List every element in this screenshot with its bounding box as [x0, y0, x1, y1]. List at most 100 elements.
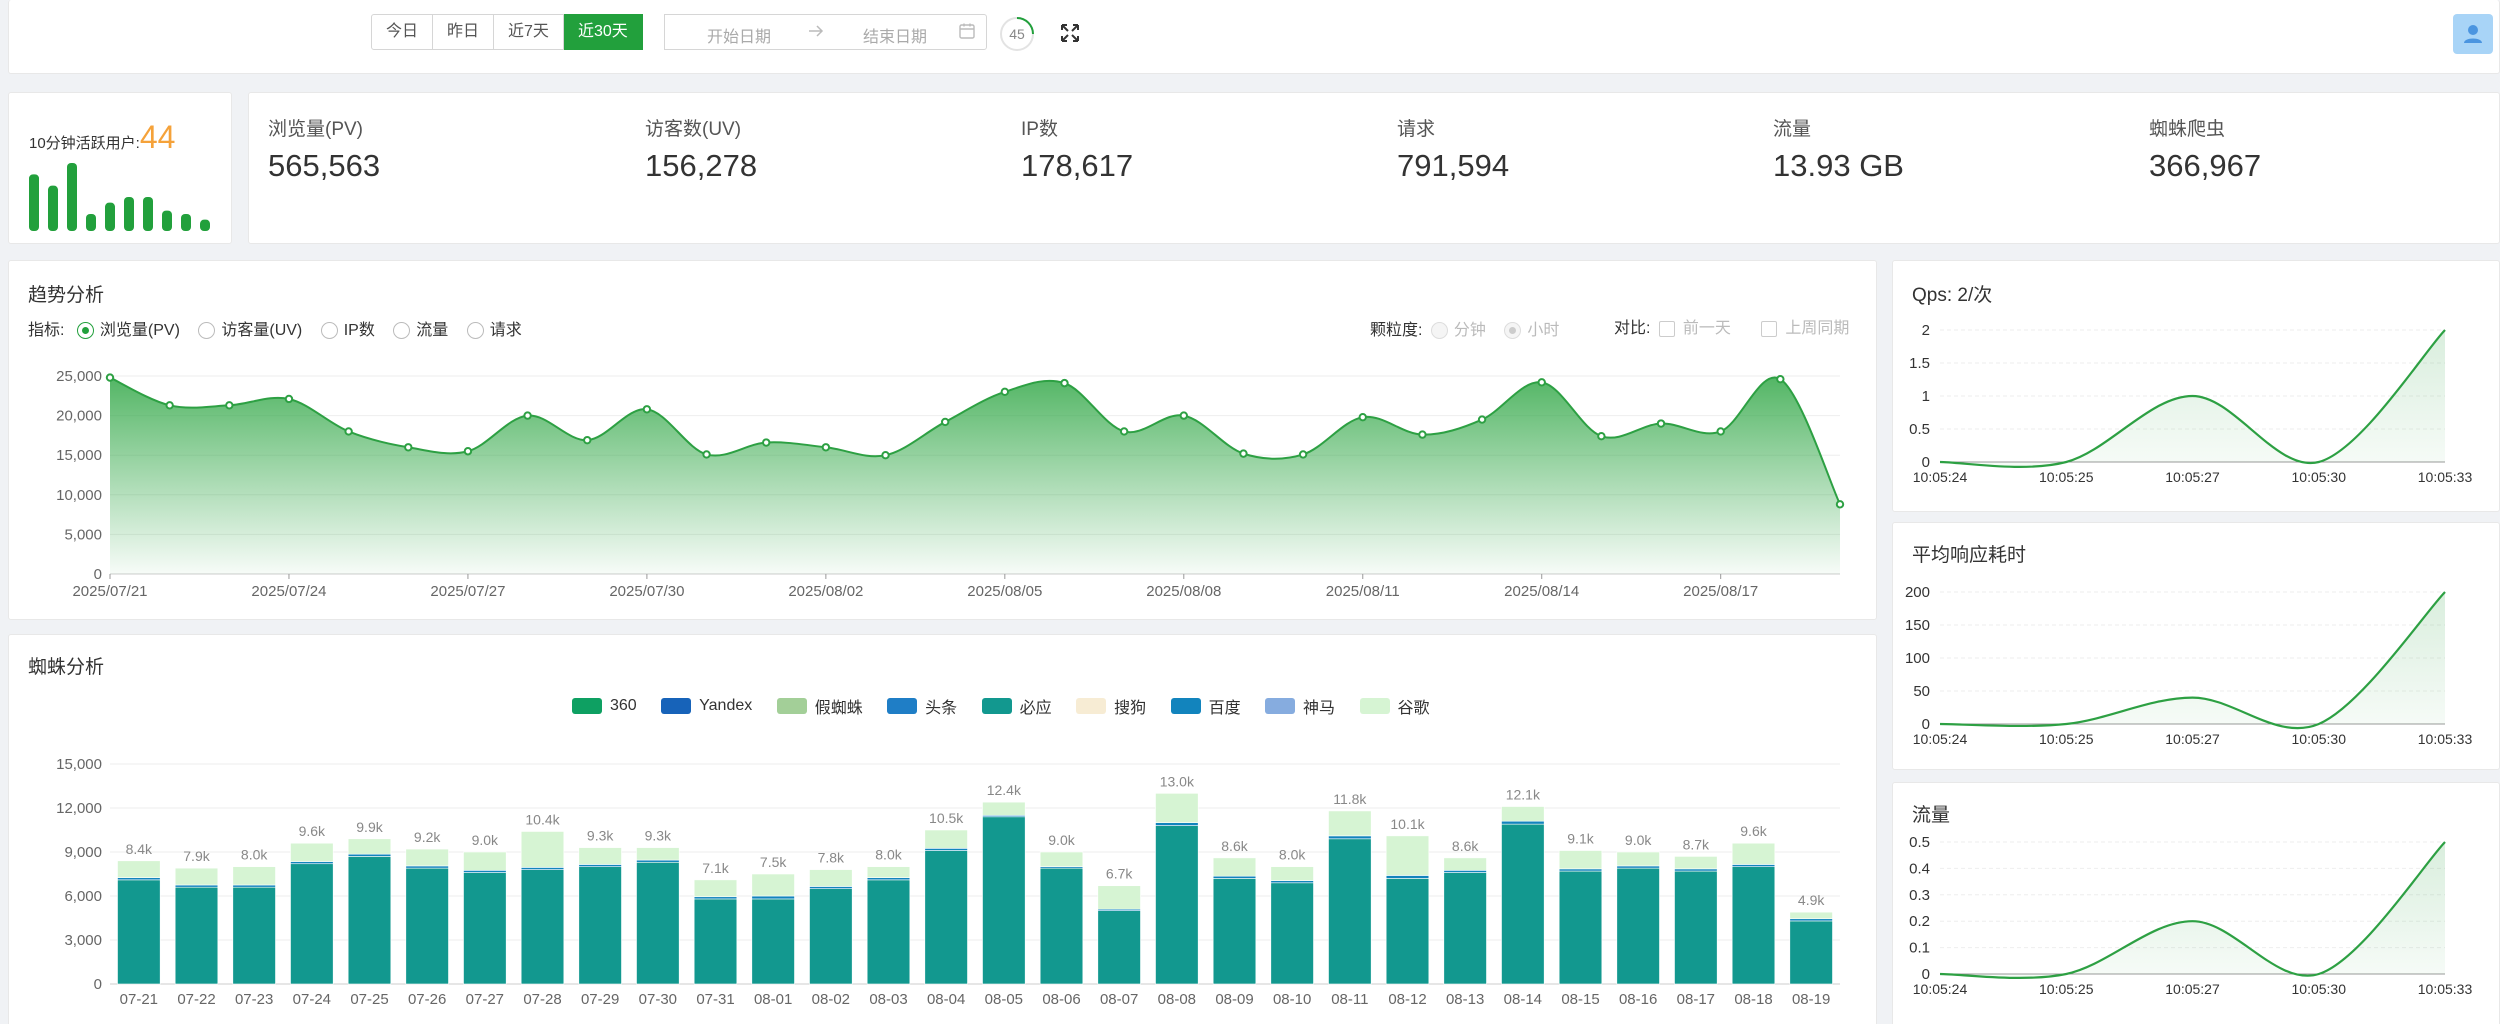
compare-last-week[interactable]: 上周同期: [1761, 314, 1849, 338]
spider-bar-segment: [1385, 835, 1430, 876]
spider-x-tick: 07-22: [177, 991, 215, 1008]
active-users-bar: [86, 214, 96, 231]
mini-y-tick: 50: [1913, 683, 1930, 700]
trend-point: [165, 401, 174, 410]
tab-today[interactable]: 今日: [371, 14, 434, 50]
spider-x-tick: 08-03: [869, 991, 907, 1008]
end-date-input[interactable]: 结束日期: [863, 23, 927, 47]
spider-x-tick: 07-25: [350, 991, 388, 1008]
mini-y-tick: 2: [1922, 322, 1930, 339]
spider-total-label: 7.8k: [818, 850, 845, 866]
radio-icon: [1504, 322, 1522, 340]
legend-yandex[interactable]: Yandex: [661, 697, 752, 715]
indicator-uv[interactable]: 访客量(UV): [198, 316, 302, 340]
legend-bing[interactable]: 必应: [981, 694, 1052, 718]
fullscreen-icon[interactable]: [1059, 22, 1081, 44]
compare-prev-day[interactable]: 前一天: [1658, 314, 1731, 338]
trend-point: [1656, 419, 1666, 428]
trend-point: [1000, 387, 1010, 397]
date-range-picker[interactable]: 开始日期 结束日期: [664, 14, 987, 50]
spider-x-tick: 08-15: [1561, 991, 1599, 1008]
spider-bar-segment: [751, 873, 795, 897]
spider-total-label: 10.4k: [525, 811, 560, 827]
legend-fake-spider[interactable]: 假蜘蛛: [776, 694, 863, 718]
spider-total-label: 8.6k: [1221, 838, 1248, 854]
trend-x-tick: 2025/08/02: [788, 583, 863, 600]
granularity-minute[interactable]: 分钟: [1430, 316, 1486, 340]
spider-total-label: 6.7k: [1106, 866, 1133, 882]
spider-bar-segment: [1328, 838, 1372, 985]
spider-bar-segment: [1789, 918, 1833, 922]
spider-bar-segment: [636, 847, 680, 861]
spider-x-tick: 08-05: [985, 991, 1023, 1008]
active-users-bars: [29, 163, 210, 231]
compare-selector: 对比: 前一天 上周同期: [1614, 314, 1849, 338]
mini-y-tick: 1.5: [1909, 355, 1930, 372]
calendar-icon[interactable]: [958, 22, 976, 45]
user-icon: [2464, 25, 2482, 43]
stat-uv-value: 156,278: [645, 148, 758, 183]
spider-total-label: 9.0k: [1625, 832, 1652, 848]
mini-x-tick: 10:05:27: [2165, 469, 2220, 485]
indicator-pv-label: 浏览量(PV): [99, 322, 180, 339]
spider-total-label: 8.4k: [126, 841, 153, 857]
spider-bar-segment: [1558, 870, 1603, 985]
legend-swatch: [1076, 698, 1107, 714]
granularity-hour[interactable]: 小时: [1504, 316, 1559, 340]
spider-bar-segment: [578, 864, 622, 867]
start-date-input[interactable]: 开始日期: [707, 23, 771, 47]
spider-bar-segment: [1270, 866, 1314, 881]
stat-uv-label: 访客数(UV): [645, 119, 742, 140]
indicator-requests[interactable]: 请求: [466, 316, 522, 340]
active-users-bar: [200, 219, 210, 231]
checkbox-icon: [1658, 320, 1675, 337]
checkbox-icon: [1761, 320, 1778, 337]
legend-360[interactable]: 360: [572, 697, 637, 715]
mini-y-tick: 1: [1922, 388, 1930, 405]
trend-point: [344, 427, 353, 436]
date-range-tabs: 今日 昨日 近7天 近30天: [371, 14, 643, 50]
tab-last-7-days[interactable]: 近7天: [494, 14, 564, 50]
legend-google[interactable]: 谷歌: [1359, 694, 1430, 718]
spider-x-tick: 08-19: [1792, 991, 1830, 1008]
legend-sogou[interactable]: 搜狗: [1076, 694, 1146, 718]
indicator-pv[interactable]: 浏览量(PV): [76, 316, 180, 340]
indicator-traffic[interactable]: 流量: [393, 316, 448, 340]
radio-icon: [320, 322, 338, 340]
mini-y-tick: 0.5: [1909, 834, 1930, 851]
trend-y-tick: 5,000: [64, 526, 102, 543]
spider-bar-segment: [1789, 911, 1833, 920]
user-avatar[interactable]: [2453, 14, 2493, 54]
indicator-ip-label: IP数: [343, 322, 375, 339]
spider-bar-segment: [1443, 857, 1487, 871]
legend-shenma[interactable]: 神马: [1265, 694, 1335, 718]
granularity-label: 颗粒度:: [1370, 322, 1423, 339]
spider-bar-segment: [174, 884, 219, 888]
auto-refresh-timer[interactable]: 45: [999, 16, 1035, 57]
active-users-bar: [124, 197, 134, 231]
traffic-chart: 00.10.20.30.40.510:05:24 10:05:25 10:05:27…: [1909, 834, 2472, 997]
spider-y-tick: 6,000: [64, 888, 102, 905]
tab-yesterday[interactable]: 昨日: [433, 14, 495, 50]
spider-bar-segment: [290, 861, 334, 865]
legend-baidu[interactable]: 百度: [1170, 694, 1241, 718]
spider-total-label: 8.0k: [241, 847, 268, 863]
legend-toutiao[interactable]: 头条: [887, 694, 957, 718]
indicator-ip[interactable]: IP数: [320, 316, 375, 340]
trend-point: [1179, 411, 1188, 420]
indicator-uv-label: 访客量(UV): [221, 322, 303, 339]
mini-y-tick: 100: [1905, 650, 1930, 667]
spider-total-label: 9.3k: [645, 828, 672, 844]
trend-point: [1537, 378, 1546, 387]
trend-x-tick: 2025/08/17: [1683, 583, 1758, 600]
trend-point: [1418, 430, 1427, 439]
spider-x-tick: 08-07: [1100, 991, 1138, 1008]
legend-swatch: [661, 698, 692, 714]
tab-last-30-days[interactable]: 近30天: [563, 14, 643, 50]
spider-total-label: 10.5k: [929, 810, 964, 826]
active-users-label: 10分钟活跃用户:: [29, 135, 140, 152]
spider-x-tick: 08-16: [1619, 991, 1657, 1008]
mini-y-tick: 0.2: [1909, 913, 1930, 930]
trend-point: [284, 394, 294, 404]
spider-total-label: 8.7k: [1683, 836, 1710, 852]
